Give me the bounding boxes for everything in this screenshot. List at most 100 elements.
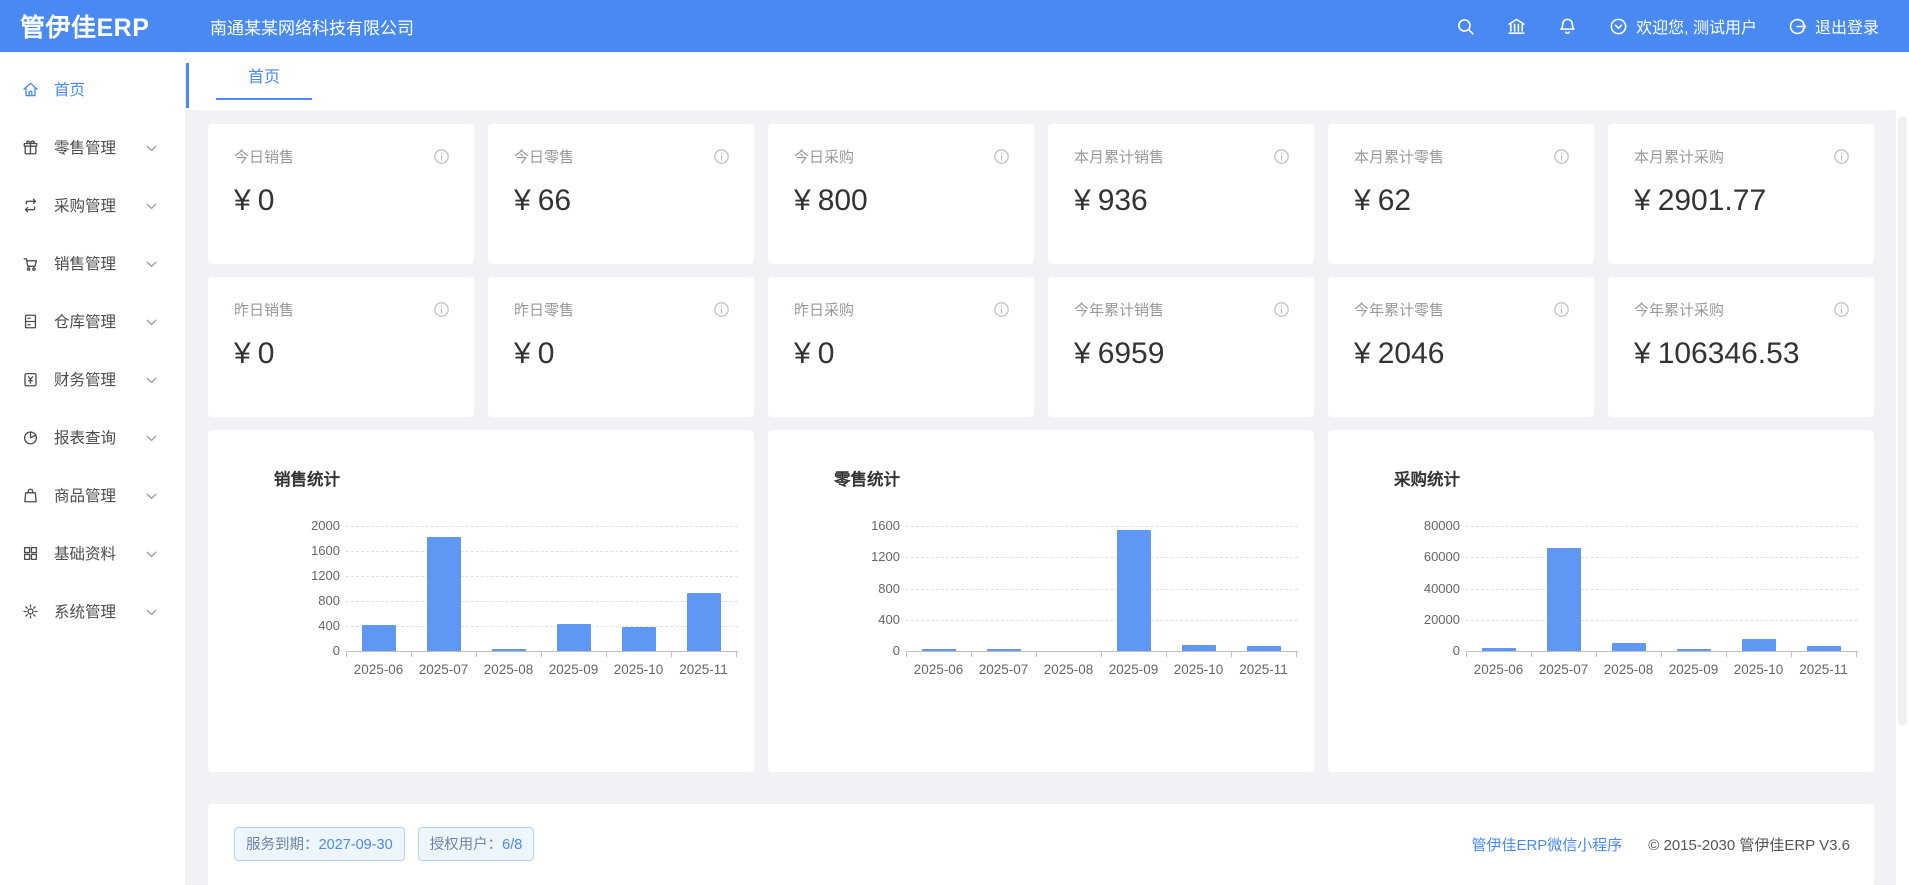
stat-value: ¥936 xyxy=(1074,184,1290,218)
sidebar-item-采购管理[interactable]: 采购管理 xyxy=(0,176,185,234)
badge-value: 6/8 xyxy=(502,837,522,853)
stat-value: ¥800 xyxy=(794,184,1010,218)
info-icon[interactable] xyxy=(1833,148,1850,165)
info-icon[interactable] xyxy=(993,148,1010,165)
bar[interactable] xyxy=(987,649,1021,651)
info-icon[interactable] xyxy=(1273,301,1290,318)
bar[interactable] xyxy=(557,624,591,651)
currency-symbol: ¥ xyxy=(1074,184,1091,217)
x-axis-tick xyxy=(1531,652,1532,657)
info-icon[interactable] xyxy=(713,148,730,165)
platform-bank-icon[interactable] xyxy=(1506,16,1527,37)
stat-amount: 0 xyxy=(258,337,275,370)
info-icon[interactable] xyxy=(713,301,730,318)
logout-icon xyxy=(1787,16,1808,37)
stat-value: ¥0 xyxy=(234,184,450,218)
sidebar-item-label: 报表查询 xyxy=(54,426,116,448)
bar-chart: 04008001200160020002025-062025-072025-08… xyxy=(296,526,742,716)
x-axis-category-label: 2025-08 xyxy=(476,662,542,677)
info-icon[interactable] xyxy=(993,301,1010,318)
footer-panel: 服务到期：2027-09-30授权用户：6/8 管伊佳ERP微信小程序 © 20… xyxy=(208,804,1874,885)
stat-card: 今日零售 ¥66 xyxy=(488,124,754,264)
info-icon[interactable] xyxy=(1273,148,1290,165)
user-menu[interactable]: 欢迎您, 测试用户 xyxy=(1608,14,1757,38)
x-axis-tick xyxy=(1101,652,1102,657)
sidebar-item-仓库管理[interactable]: 仓库管理 xyxy=(0,292,185,350)
sidebar-item-商品管理[interactable]: 商品管理 xyxy=(0,466,185,524)
stat-label: 昨日销售 xyxy=(234,299,294,320)
sidebar-item-首页[interactable]: 首页 xyxy=(0,60,185,118)
info-icon[interactable] xyxy=(433,148,450,165)
info-icon[interactable] xyxy=(1553,301,1570,318)
bar[interactable] xyxy=(1182,645,1216,651)
chevron-down-icon xyxy=(146,549,185,558)
badge-label: 授权用户： xyxy=(430,837,503,853)
search-icon[interactable] xyxy=(1455,16,1476,37)
bar[interactable] xyxy=(622,627,656,651)
sidebar-item-销售管理[interactable]: 销售管理 xyxy=(0,234,185,292)
chevron-down-icon xyxy=(146,143,185,152)
bar-chart: 0200004000060000800002025-062025-072025-… xyxy=(1416,526,1862,716)
logout-button[interactable]: 退出登录 xyxy=(1787,14,1879,38)
content-scrollbar[interactable] xyxy=(1896,110,1909,885)
x-axis-category-label: 2025-07 xyxy=(1531,662,1597,677)
x-axis-tick xyxy=(1231,652,1232,657)
bar[interactable] xyxy=(687,593,721,651)
scrollbar-thumb[interactable] xyxy=(1898,116,1907,726)
info-icon[interactable] xyxy=(1833,301,1850,318)
bar[interactable] xyxy=(1247,646,1281,651)
miniprogram-link[interactable]: 管伊佳ERP微信小程序 xyxy=(1471,834,1622,855)
x-axis-tick xyxy=(1466,652,1467,657)
bar[interactable] xyxy=(1807,646,1841,651)
y-axis-tick-label: 2000 xyxy=(296,518,340,533)
bar[interactable] xyxy=(1482,648,1516,651)
sidebar-item-报表查询[interactable]: 报表查询 xyxy=(0,408,185,466)
finance-icon xyxy=(21,370,54,389)
stat-label: 昨日零售 xyxy=(514,299,574,320)
sidebar-item-零售管理[interactable]: 零售管理 xyxy=(0,118,185,176)
x-axis-category-label: 2025-08 xyxy=(1596,662,1662,677)
stat-card: 本月累计零售 ¥62 xyxy=(1328,124,1594,264)
chart-card: 销售统计 04008001200160020002025-062025-0720… xyxy=(208,430,754,772)
stat-value: ¥0 xyxy=(514,337,730,371)
info-icon[interactable] xyxy=(1553,148,1570,165)
stat-label: 今年累计销售 xyxy=(1074,299,1164,320)
x-axis-category-label: 2025-06 xyxy=(346,662,412,677)
x-axis-tick xyxy=(1296,652,1297,657)
bar[interactable] xyxy=(1742,639,1776,652)
y-axis-tick-label: 20000 xyxy=(1416,612,1460,627)
currency-symbol: ¥ xyxy=(794,184,811,217)
bar[interactable] xyxy=(1612,643,1646,651)
basedata-icon xyxy=(21,544,54,563)
info-icon[interactable] xyxy=(433,301,450,318)
top-header: 管伊佳ERP 南通某某网络科技有限公司 欢迎您, 测试用户 xyxy=(0,0,1909,52)
stat-card: 今日销售 ¥0 xyxy=(208,124,474,264)
sidebar-item-系统管理[interactable]: 系统管理 xyxy=(0,582,185,640)
y-axis-tick-label: 1600 xyxy=(856,518,900,533)
bar[interactable] xyxy=(492,649,526,651)
bar[interactable] xyxy=(1677,649,1711,651)
chevron-down-icon xyxy=(146,259,185,268)
stat-label: 今年累计采购 xyxy=(1634,299,1724,320)
x-axis-tick xyxy=(1036,652,1037,657)
system-gear-icon xyxy=(21,602,54,621)
gridline xyxy=(906,589,1298,590)
sidebar-item-基础资料[interactable]: 基础资料 xyxy=(0,524,185,582)
bar[interactable] xyxy=(362,625,396,651)
chevron-down-icon xyxy=(146,317,185,326)
bar[interactable] xyxy=(427,537,461,651)
currency-symbol: ¥ xyxy=(1354,184,1371,217)
sidebar-item-财务管理[interactable]: 财务管理 xyxy=(0,350,185,408)
bar[interactable] xyxy=(922,649,956,651)
stat-amount: 0 xyxy=(818,337,835,370)
tab-home[interactable]: 首页 xyxy=(216,65,312,100)
stat-label: 今日销售 xyxy=(234,146,294,167)
notification-bell-icon[interactable] xyxy=(1557,16,1578,37)
sales-cart-icon xyxy=(21,254,54,273)
sidebar-item-label: 销售管理 xyxy=(54,252,116,274)
x-axis-tick xyxy=(541,652,542,657)
x-axis-category-label: 2025-07 xyxy=(411,662,477,677)
bar[interactable] xyxy=(1547,548,1581,651)
chart-card: 零售统计 0400800120016002025-062025-072025-0… xyxy=(768,430,1314,772)
bar[interactable] xyxy=(1117,530,1151,651)
